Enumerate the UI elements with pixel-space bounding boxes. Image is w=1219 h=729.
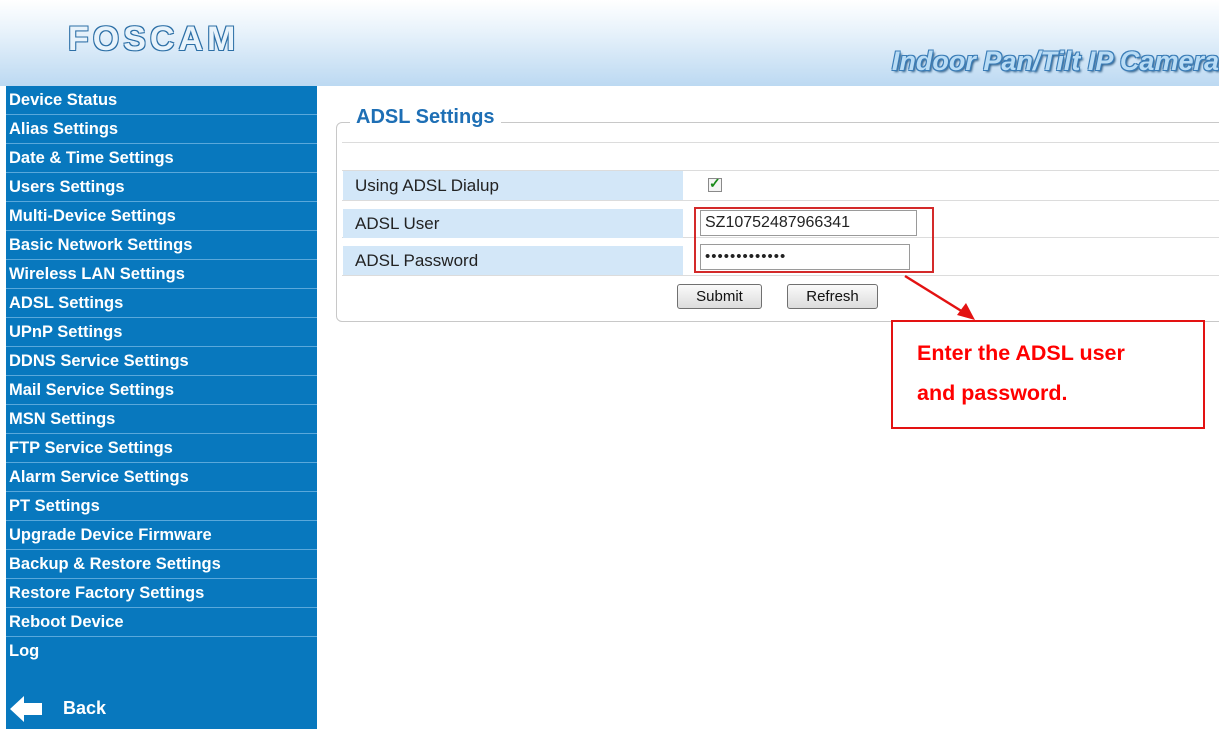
foscam-logo: FOSCAM <box>68 20 240 58</box>
row-divider <box>342 142 1219 143</box>
using-adsl-dialup-label: Using ADSL Dialup <box>343 171 683 200</box>
annotation-line-2: and password. <box>917 381 1068 405</box>
sidebar-item-reboot-device[interactable]: Reboot Device <box>6 608 317 637</box>
sidebar-item-msn-settings[interactable]: MSN Settings <box>6 405 317 434</box>
sidebar-item-upgrade-device-firmware[interactable]: Upgrade Device Firmware <box>6 521 317 550</box>
sidebar-item-basic-network-settings[interactable]: Basic Network Settings <box>6 231 317 260</box>
section-title: ADSL Settings <box>350 106 501 129</box>
sidebar-item-pt-settings[interactable]: PT Settings <box>6 492 317 521</box>
back-button[interactable]: Back <box>6 689 317 729</box>
sidebar-item-adsl-settings[interactable]: ADSL Settings <box>6 289 317 318</box>
sidebar-nav: Device Status Alias Settings Date & Time… <box>6 86 317 729</box>
adsl-user-label: ADSL User <box>343 209 683 238</box>
sidebar-item-log[interactable]: Log <box>6 637 317 667</box>
row-divider <box>342 275 1219 276</box>
header-banner: FOSCAM Indoor Pan/Tilt IP Camera <box>0 0 1219 86</box>
using-adsl-dialup-checkbox[interactable]: ✓ <box>708 175 722 192</box>
back-arrow-icon <box>10 696 42 722</box>
sidebar-item-ddns-service-settings[interactable]: DDNS Service Settings <box>6 347 317 376</box>
adsl-password-label: ADSL Password <box>343 246 683 275</box>
highlight-box <box>694 207 934 273</box>
sidebar-item-wireless-lan-settings[interactable]: Wireless LAN Settings <box>6 260 317 289</box>
annotation-line-1: Enter the ADSL user <box>917 341 1125 365</box>
sidebar-item-mail-service-settings[interactable]: Mail Service Settings <box>6 376 317 405</box>
annotation-callout: Enter the ADSL user and password. <box>891 320 1205 429</box>
row-divider <box>342 200 1219 201</box>
check-icon: ✓ <box>709 175 721 191</box>
sidebar-item-ftp-service-settings[interactable]: FTP Service Settings <box>6 434 317 463</box>
sidebar-item-users-settings[interactable]: Users Settings <box>6 173 317 202</box>
sidebar-item-device-status[interactable]: Device Status <box>6 86 317 115</box>
product-name: Indoor Pan/Tilt IP Camera <box>891 46 1219 76</box>
back-label: Back <box>63 698 107 718</box>
submit-button[interactable]: Submit <box>677 284 762 309</box>
sidebar-item-date-time-settings[interactable]: Date & Time Settings <box>6 144 317 173</box>
sidebar-item-alias-settings[interactable]: Alias Settings <box>6 115 317 144</box>
sidebar-item-alarm-service-settings[interactable]: Alarm Service Settings <box>6 463 317 492</box>
sidebar-item-backup-restore-settings[interactable]: Backup & Restore Settings <box>6 550 317 579</box>
sidebar-item-restore-factory-settings[interactable]: Restore Factory Settings <box>6 579 317 608</box>
sidebar-item-upnp-settings[interactable]: UPnP Settings <box>6 318 317 347</box>
refresh-button[interactable]: Refresh <box>787 284 878 309</box>
sidebar-item-multi-device-settings[interactable]: Multi-Device Settings <box>6 202 317 231</box>
